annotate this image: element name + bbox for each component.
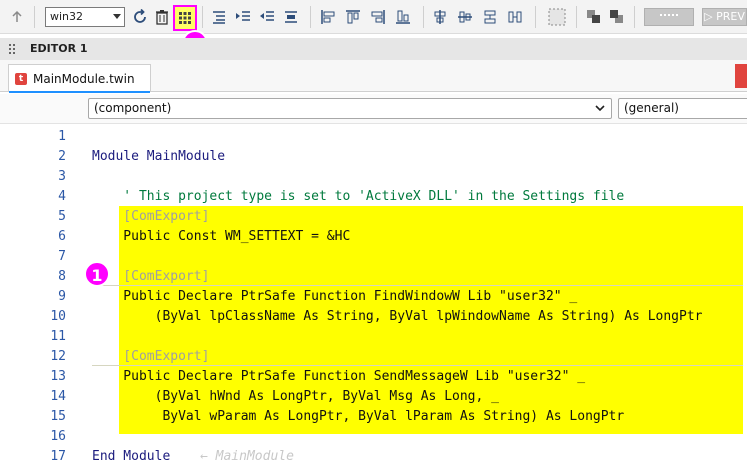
end-module-hint: ← MainModule xyxy=(200,449,294,464)
procedure-separator xyxy=(92,285,743,286)
line-number: 5 xyxy=(58,209,66,224)
line-number: 12 xyxy=(50,349,66,364)
editor-tab-bar: t MainModule.twin xyxy=(0,60,747,93)
outdent-icon[interactable] xyxy=(257,6,277,28)
editor-panel-header: EDITOR 1 xyxy=(0,38,747,60)
line-number: 7 xyxy=(58,249,66,264)
component-combo[interactable]: (component) xyxy=(88,98,612,119)
line-number: 15 xyxy=(50,409,66,424)
chevron-down-icon xyxy=(595,105,605,112)
line-number: 17 xyxy=(50,449,66,464)
indent-icon[interactable] xyxy=(233,6,253,28)
code-line[interactable]: Public Const WM_SETTEXT = &HC xyxy=(92,229,350,244)
line-number: 3 xyxy=(58,169,66,184)
trash-icon[interactable] xyxy=(153,6,171,28)
code-line[interactable]: Public Declare PtrSafe Function FindWind… xyxy=(92,289,577,304)
tab-active-indicator xyxy=(9,91,150,93)
distribute-icon[interactable] xyxy=(281,6,301,28)
dots-icon xyxy=(660,14,678,16)
line-number: 6 xyxy=(58,229,66,244)
code-line[interactable]: Module MainModule xyxy=(92,149,225,164)
same-height-icon[interactable] xyxy=(505,6,525,28)
center-vertical-icon[interactable] xyxy=(455,6,475,28)
general-combo-value: (general) xyxy=(624,101,679,115)
more-options-button[interactable] xyxy=(644,8,694,26)
preview-button-label: ▷ PREV xyxy=(704,10,745,23)
align-bottom-icon[interactable] xyxy=(393,6,413,28)
code-line[interactable]: ' This project type is set to 'ActiveX D… xyxy=(92,189,624,204)
chevron-down-icon xyxy=(113,14,121,19)
line-number: 14 xyxy=(50,389,66,404)
align-left-icon[interactable] xyxy=(318,6,338,28)
code-line[interactable]: (ByVal hWnd As LongPtr, ByVal Msg As Lon… xyxy=(92,389,499,404)
align-right-icon[interactable] xyxy=(368,6,388,28)
select-area-icon[interactable] xyxy=(546,6,568,28)
platform-dropdown[interactable]: win32 xyxy=(45,7,125,27)
code-line[interactable]: ByVal wParam As LongPtr, ByVal lParam As… xyxy=(92,409,624,424)
refresh-icon[interactable] xyxy=(131,6,149,28)
code-line[interactable]: End Module xyxy=(92,449,170,464)
center-horizontal-icon[interactable] xyxy=(430,6,450,28)
general-combo[interactable]: (general) xyxy=(618,98,747,119)
line-number: 10 xyxy=(50,309,66,324)
editor-panel-title: EDITOR 1 xyxy=(30,42,88,55)
line-number: 9 xyxy=(58,289,66,304)
line-number: 4 xyxy=(58,189,66,204)
component-combo-value: (component) xyxy=(94,101,172,115)
line-number: 13 xyxy=(50,369,66,384)
annotation-badge-1-label: 1 xyxy=(91,266,103,285)
twin-file-icon: t xyxy=(15,73,27,85)
code-line[interactable]: [ComExport] xyxy=(92,349,209,364)
align-top-icon[interactable] xyxy=(343,6,363,28)
code-line[interactable]: [ComExport] xyxy=(92,209,209,224)
code-nav-bar: (component) (general) xyxy=(0,94,747,124)
line-number: 16 xyxy=(50,429,66,444)
grid-toggle-button[interactable] xyxy=(173,5,197,31)
code-line[interactable]: (ByVal lpClassName As String, ByVal lpWi… xyxy=(92,309,703,324)
line-number: 1 xyxy=(58,129,66,144)
code-editor[interactable]: 1 2 3 4 5 6 7 8 9 10 11 12 13 14 15 16 17 Module MainMod… xyxy=(0,126,747,467)
platform-dropdown-value: win32 xyxy=(50,10,84,23)
code-line[interactable]: Public Declare PtrSafe Function SendMess… xyxy=(92,369,585,384)
line-number: 11 xyxy=(50,329,66,344)
line-number: 8 xyxy=(58,269,66,284)
send-back-icon[interactable] xyxy=(607,6,627,28)
annotation-badge-1: 1 xyxy=(84,261,110,287)
grip-icon[interactable] xyxy=(9,44,19,54)
preview-button[interactable]: ▷ PREV xyxy=(702,8,747,26)
bring-front-icon[interactable] xyxy=(584,6,604,28)
main-toolbar: win32 ▷ PREV xyxy=(0,0,747,34)
align-lines-icon[interactable] xyxy=(209,6,229,28)
line-number: 2 xyxy=(58,149,66,164)
same-width-icon[interactable] xyxy=(480,6,500,28)
tab-scroll-handle[interactable] xyxy=(735,64,747,88)
procedure-separator xyxy=(92,365,743,366)
grid-icon xyxy=(179,12,191,24)
tab-label: MainModule.twin xyxy=(33,72,135,86)
arrow-up-icon[interactable] xyxy=(8,6,26,28)
tab-mainmodule[interactable]: t MainModule.twin xyxy=(8,64,151,93)
